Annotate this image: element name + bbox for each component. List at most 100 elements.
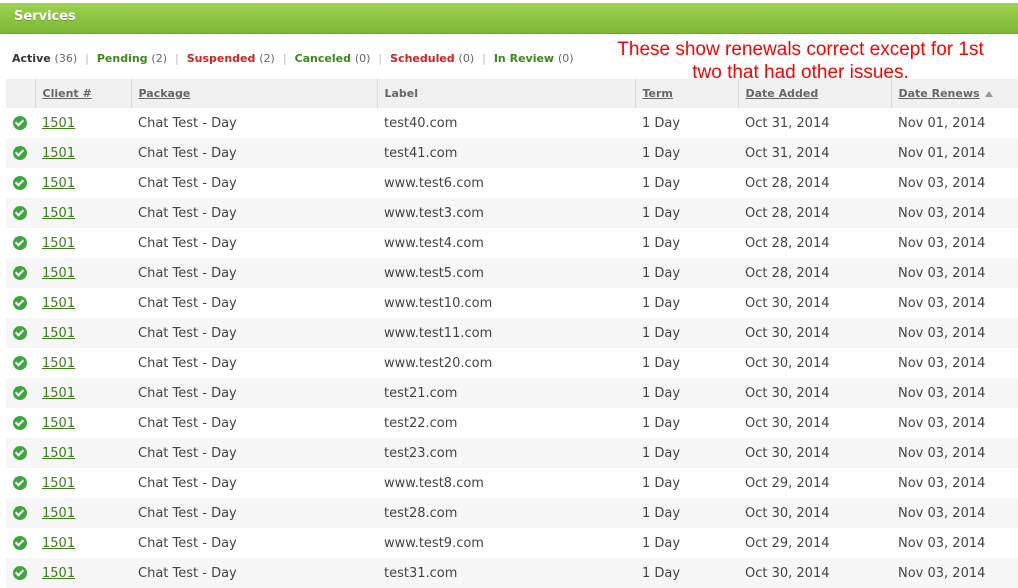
check-circle-icon — [13, 146, 27, 160]
date-renews-cell: Nov 03, 2014 — [898, 235, 986, 251]
status-column-header — [6, 79, 35, 108]
client-link[interactable]: 1501 — [42, 416, 75, 431]
filter-suspended[interactable]: Suspended (2) — [187, 52, 275, 65]
client-link[interactable]: 1501 — [42, 266, 75, 281]
status-cell — [6, 348, 35, 378]
date-renews-label: Date Renews — [898, 87, 980, 100]
divider: | — [85, 52, 89, 65]
client-number-cell: 1501 — [35, 348, 131, 378]
client-link[interactable]: 1501 — [42, 536, 75, 551]
date-renews-cell: Nov 01, 2014 — [898, 145, 986, 161]
client-link[interactable]: 1501 — [42, 566, 75, 581]
date-renews-cell: Nov 03, 2014 — [898, 565, 986, 581]
column-header-date-added[interactable]: Date Added — [737, 79, 891, 108]
column-header-client[interactable]: Client # — [34, 79, 131, 108]
status-cell — [6, 408, 35, 438]
package-cell: Chat Test - Day — [138, 265, 237, 281]
term-cell: 1 Day — [642, 115, 681, 131]
status-cell — [6, 258, 35, 288]
client-number-cell: 1501 — [35, 288, 131, 318]
client-link[interactable]: 1501 — [42, 236, 75, 251]
status-cell — [6, 288, 35, 318]
filter-scheduled[interactable]: Scheduled (0) — [390, 52, 474, 65]
label-cell: www.test9.com — [384, 535, 484, 551]
status-cell — [6, 528, 35, 558]
date-renews-cell: Nov 03, 2014 — [898, 505, 986, 521]
date-renews-cell: Nov 03, 2014 — [898, 445, 986, 461]
check-circle-icon — [13, 506, 27, 520]
client-link[interactable]: 1501 — [42, 206, 75, 221]
date-added-cell: Oct 30, 2014 — [745, 325, 830, 341]
client-number-cell: 1501 — [35, 138, 131, 168]
client-link[interactable]: 1501 — [42, 116, 75, 131]
label-cell: www.test20.com — [384, 355, 493, 371]
status-cell — [6, 168, 35, 198]
filter-canceled[interactable]: Canceled (0) — [295, 52, 371, 65]
date-renews-cell: Nov 03, 2014 — [898, 295, 986, 311]
client-link[interactable]: 1501 — [42, 356, 75, 371]
package-cell: Chat Test - Day — [138, 415, 237, 431]
label-cell: test21.com — [384, 385, 458, 401]
check-circle-icon — [13, 476, 27, 490]
client-number-cell: 1501 — [35, 168, 131, 198]
check-circle-icon — [13, 326, 27, 340]
client-number-cell: 1501 — [35, 258, 131, 288]
client-link[interactable]: 1501 — [42, 146, 75, 161]
table-row: 1501 Chat Test - Day www.test6.com 1 Day Oct… — [6, 168, 1018, 198]
check-circle-icon — [13, 356, 27, 370]
check-circle-icon — [13, 116, 27, 130]
date-renews-cell: Nov 03, 2014 — [898, 475, 986, 491]
client-link[interactable]: 1501 — [42, 446, 75, 461]
date-added-cell: Oct 30, 2014 — [745, 505, 830, 521]
client-link[interactable]: 1501 — [42, 176, 75, 191]
table-row: 1501 Chat Test - Day www.test20.com 1 Day Oc… — [6, 348, 1018, 378]
label-cell: test31.com — [384, 565, 458, 581]
client-link[interactable]: 1501 — [42, 506, 75, 521]
term-cell: 1 Day — [642, 475, 681, 491]
filter-active[interactable]: Active (36) — [12, 52, 77, 65]
table-row: 1501 Chat Test - Day test28.com 1 Day Oct 30… — [6, 498, 1018, 528]
table-row: 1501 Chat Test - Day test41.com 1 Day Oct 31… — [6, 138, 1018, 168]
package-cell: Chat Test - Day — [138, 235, 237, 251]
column-header-package[interactable]: Package — [130, 79, 377, 108]
table-row: 1501 Chat Test - Day www.test11.com 1 Day Oc… — [6, 318, 1018, 348]
package-cell: Chat Test - Day — [138, 115, 237, 131]
annotation-note: These show renewals correct except for 1… — [617, 39, 984, 83]
label-cell: www.test8.com — [384, 475, 484, 491]
label-cell: test40.com — [384, 115, 458, 131]
filter-pending[interactable]: Pending (2) — [97, 52, 167, 65]
status-cell — [6, 438, 35, 468]
label-cell: www.test6.com — [384, 175, 484, 191]
client-link[interactable]: 1501 — [42, 386, 75, 401]
check-circle-icon — [13, 266, 27, 280]
filter-in-review[interactable]: In Review (0) — [494, 52, 574, 65]
date-added-cell: Oct 29, 2014 — [745, 535, 830, 551]
check-circle-icon — [13, 386, 27, 400]
status-cell — [6, 498, 35, 528]
table-row: 1501 Chat Test - Day test23.com 1 Day Oct 30… — [6, 438, 1018, 468]
column-header-term[interactable]: Term — [634, 79, 738, 108]
label-cell: www.test4.com — [384, 235, 484, 251]
date-added-cell: Oct 30, 2014 — [745, 295, 830, 311]
table-row: 1501 Chat Test - Day www.test3.com 1 Day Oct… — [6, 198, 1018, 228]
column-header-date-renews[interactable]: Date Renews — [890, 79, 1018, 108]
page-title: Services — [14, 9, 76, 24]
date-added-cell: Oct 30, 2014 — [745, 445, 830, 461]
check-circle-icon — [13, 206, 27, 220]
date-added-cell: Oct 29, 2014 — [745, 475, 830, 491]
client-link[interactable]: 1501 — [42, 476, 75, 491]
client-link[interactable]: 1501 — [42, 296, 75, 311]
term-cell: 1 Day — [642, 235, 681, 251]
package-cell: Chat Test - Day — [138, 535, 237, 551]
check-circle-icon — [13, 236, 27, 250]
status-cell — [6, 318, 35, 348]
client-link[interactable]: 1501 — [42, 326, 75, 341]
client-number-cell: 1501 — [35, 468, 131, 498]
table-row: 1501 Chat Test - Day test22.com 1 Day Oct 30… — [6, 408, 1018, 438]
sort-ascending-icon — [984, 91, 993, 97]
package-cell: Chat Test - Day — [138, 295, 237, 311]
term-cell: 1 Day — [642, 505, 681, 521]
table-row: 1501 Chat Test - Day www.test9.com 1 Day Oct… — [6, 528, 1018, 558]
client-number-cell: 1501 — [35, 558, 131, 588]
package-cell: Chat Test - Day — [138, 145, 237, 161]
